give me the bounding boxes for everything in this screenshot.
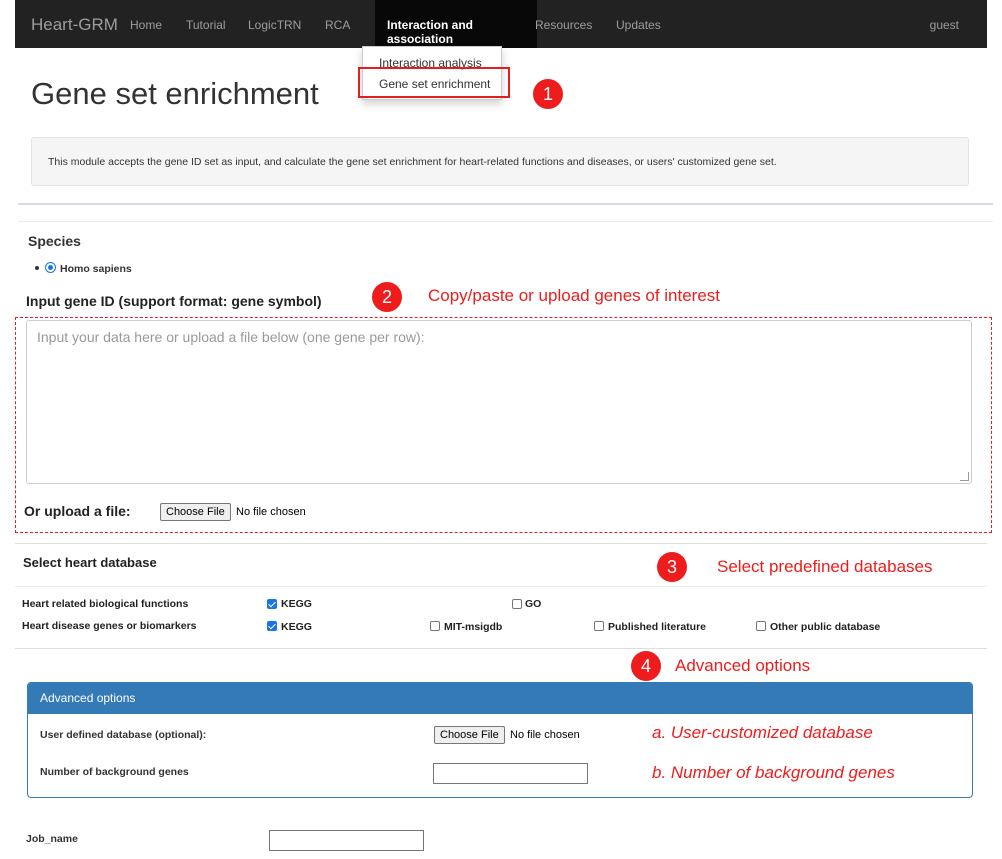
database-heading: Select heart database <box>23 555 157 570</box>
checkbox-functions-go[interactable] <box>512 599 522 609</box>
advanced-options-header[interactable]: Advanced options <box>28 683 972 714</box>
step-3-badge: 3 <box>657 552 687 582</box>
checkbox-label: KEGG <box>281 598 312 610</box>
nav-interaction-association[interactable]: Interaction and association <box>375 0 537 48</box>
checkbox-disease-published-literature[interactable] <box>594 621 604 631</box>
job-name-label: Job_name <box>26 833 78 845</box>
nav-rca[interactable]: RCA <box>325 18 350 32</box>
nav-tutorial[interactable]: Tutorial <box>186 18 226 32</box>
checkbox-label: GO <box>525 598 542 610</box>
step-1-badge: 1 <box>533 79 563 109</box>
divider <box>18 203 993 205</box>
advanced-options-title: Advanced options <box>40 691 136 705</box>
nav-interaction-association-label: Interaction and association <box>387 18 474 46</box>
checkbox-disease-other-public[interactable] <box>756 621 766 631</box>
choose-file-button[interactable]: Choose File <box>160 503 231 521</box>
step-4-note: Advanced options <box>675 656 811 675</box>
checkbox-functions-kegg[interactable] <box>267 599 277 609</box>
user-db-label: User defined database (optional): <box>40 729 207 741</box>
checkbox-label: Other public database <box>770 621 881 633</box>
textarea-placeholder: Input your data here or upload a file be… <box>37 329 425 345</box>
step-4-badge: 4 <box>631 651 661 681</box>
db-row-label-disease: Heart disease genes or biomarkers <box>22 620 197 632</box>
checkbox-label: KEGG <box>281 621 312 633</box>
checkbox-label: MIT-msigdb <box>444 621 503 633</box>
description-text: This module accepts the gene ID set as i… <box>48 156 777 168</box>
list-bullet <box>35 266 39 270</box>
divider <box>15 586 987 587</box>
step-3-note: Select predefined databases <box>717 557 933 576</box>
file-status: No file chosen <box>236 506 306 518</box>
note-b: b. Number of background genes <box>652 763 895 782</box>
input-gene-heading: Input gene ID (support format: gene symb… <box>26 293 322 309</box>
db-row-label-functions: Heart related biological functions <box>22 598 189 610</box>
top-navbar: Heart-GRM Home Tutorial LogicTRN RCA Int… <box>15 0 987 48</box>
description-box: This module accepts the gene ID set as i… <box>31 137 969 186</box>
species-radio-homo-sapiens[interactable] <box>45 262 56 273</box>
step-2-badge: 2 <box>372 282 402 312</box>
gene-input-textarea[interactable]: Input your data here or upload a file be… <box>26 320 972 484</box>
brand-logo[interactable]: Heart-GRM <box>31 15 118 35</box>
nav-updates[interactable]: Updates <box>616 18 661 32</box>
nav-resources[interactable]: Resources <box>535 18 592 32</box>
nav-home[interactable]: Home <box>130 18 162 32</box>
resize-handle-icon[interactable] <box>960 472 969 481</box>
nav-logictrn[interactable]: LogicTRN <box>248 18 301 32</box>
page-title: Gene set enrichment <box>31 76 319 111</box>
checkbox-disease-kegg[interactable] <box>267 621 277 631</box>
species-radio-label: Homo sapiens <box>60 263 132 275</box>
bg-genes-label: Number of background genes <box>40 766 189 778</box>
checkbox-disease-mit-msigdb[interactable] <box>430 621 440 631</box>
note-a: a. User-customized database <box>652 723 873 742</box>
upload-label: Or upload a file: <box>24 503 131 519</box>
species-heading: Species <box>28 233 81 249</box>
divider <box>15 543 987 544</box>
nav-user[interactable]: guest <box>930 18 959 32</box>
highlight-box-menu <box>358 67 510 98</box>
step-2-note: Copy/paste or upload genes of interest <box>428 286 721 305</box>
checkbox-label: Published literature <box>608 621 707 633</box>
job-name-input[interactable] <box>269 830 424 851</box>
user-db-choose-file-button[interactable]: Choose File <box>434 726 505 744</box>
divider-thin <box>18 221 993 222</box>
user-db-file-status: No file chosen <box>510 729 580 741</box>
bg-genes-input[interactable] <box>433 763 588 784</box>
divider <box>15 648 987 649</box>
